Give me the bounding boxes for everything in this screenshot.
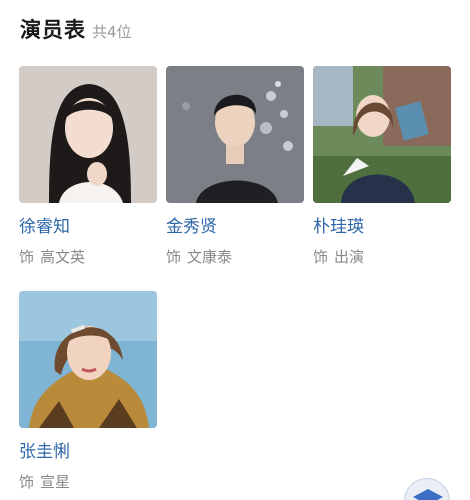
role-prefix: 饰 bbox=[166, 248, 182, 266]
actor-role: 饰出演 bbox=[313, 247, 451, 267]
cast-card[interactable]: 徐睿知 饰高文英 bbox=[19, 66, 157, 267]
actor-name[interactable]: 金秀贤 bbox=[166, 215, 304, 239]
role-name: 出演 bbox=[334, 248, 365, 266]
actor-photo[interactable] bbox=[19, 66, 157, 203]
actor-photo[interactable] bbox=[166, 66, 304, 203]
actor-name[interactable]: 徐睿知 bbox=[19, 215, 157, 239]
cast-card[interactable]: 张圭悧 饰宣星 bbox=[19, 291, 157, 492]
actor-role: 饰高文英 bbox=[19, 247, 157, 267]
actor-photo[interactable] bbox=[19, 291, 157, 428]
actor-role: 饰文康泰 bbox=[166, 247, 304, 267]
actor-photo-image bbox=[166, 66, 304, 203]
graduation-cap-icon bbox=[413, 489, 443, 500]
cast-card[interactable]: 朴珪瑛 饰出演 bbox=[313, 66, 451, 267]
cast-header: 演员表 共4位 bbox=[20, 14, 132, 44]
role-name: 文康泰 bbox=[187, 248, 233, 266]
actor-photo-image bbox=[19, 66, 157, 203]
actor-photo[interactable] bbox=[313, 66, 451, 203]
actor-photo-image bbox=[313, 66, 451, 203]
floating-action-button[interactable] bbox=[404, 478, 450, 500]
cast-card[interactable]: 金秀贤 饰文康泰 bbox=[166, 66, 304, 267]
actor-photo-image bbox=[19, 291, 157, 428]
role-prefix: 饰 bbox=[313, 248, 329, 266]
role-name: 高文英 bbox=[40, 248, 86, 266]
role-name: 宣星 bbox=[40, 473, 71, 491]
cast-count: 共4位 bbox=[92, 23, 132, 41]
actor-name[interactable]: 张圭悧 bbox=[19, 440, 157, 464]
role-prefix: 饰 bbox=[19, 473, 35, 491]
actor-role: 饰宣星 bbox=[19, 472, 157, 492]
actor-name[interactable]: 朴珪瑛 bbox=[313, 215, 451, 239]
role-prefix: 饰 bbox=[19, 248, 35, 266]
page-title: 演员表 bbox=[20, 18, 86, 42]
